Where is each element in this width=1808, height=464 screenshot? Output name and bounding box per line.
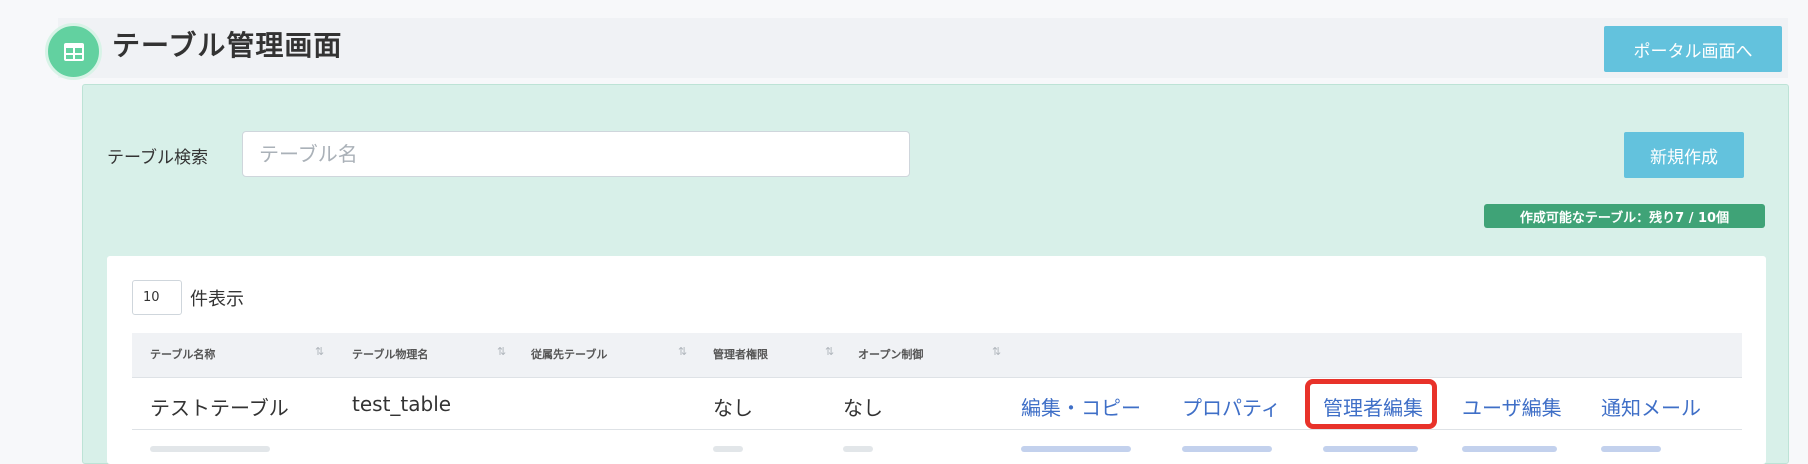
sort-icon[interactable]: ⇅ xyxy=(825,345,834,358)
table-row xyxy=(1021,446,1131,452)
table-row xyxy=(1182,446,1272,452)
column-header-physical-name[interactable]: テーブル物理名 xyxy=(352,346,428,362)
table-row xyxy=(843,446,873,452)
column-header-open-control[interactable]: オープン制御 xyxy=(858,346,923,362)
sort-icon[interactable]: ⇅ xyxy=(678,345,687,358)
property-link[interactable]: プロパティ xyxy=(1182,392,1281,421)
sort-icon[interactable]: ⇅ xyxy=(497,345,506,358)
table-grid-icon xyxy=(45,23,102,80)
table-row xyxy=(1323,446,1418,452)
sort-icon[interactable]: ⇅ xyxy=(992,345,1001,358)
highlight-box xyxy=(1305,379,1437,429)
table-row xyxy=(713,446,743,452)
cell-physical-name: test_table xyxy=(352,392,452,416)
cell-open-control: なし xyxy=(843,396,883,420)
row-divider xyxy=(132,377,1742,378)
table-grid-svg xyxy=(63,42,84,61)
cell-admin-auth: なし xyxy=(713,396,753,420)
edit-copy-link[interactable]: 編集・コピー xyxy=(1021,392,1141,421)
column-header-name[interactable]: テーブル名称 xyxy=(150,346,215,362)
table-search-input[interactable] xyxy=(242,131,910,177)
sort-icon[interactable]: ⇅ xyxy=(315,345,324,358)
portal-button[interactable]: ポータル画面へ xyxy=(1604,26,1782,72)
cell-table-name: テストテーブル xyxy=(150,396,289,420)
page-length-select[interactable]: 10 xyxy=(132,280,182,315)
column-header-parent-table[interactable]: 従属先テーブル xyxy=(531,346,607,362)
page-length-label: 件表示 xyxy=(190,289,244,310)
new-table-button[interactable]: 新規作成 xyxy=(1624,132,1744,178)
user-edit-link[interactable]: ユーザ編集 xyxy=(1462,392,1562,421)
table-row xyxy=(1601,446,1661,452)
page-title: テーブル管理画面 xyxy=(112,29,343,62)
table-row xyxy=(150,446,270,452)
column-header-admin-auth[interactable]: 管理者権限 xyxy=(713,346,768,362)
table-row xyxy=(1462,446,1557,452)
search-label: テーブル検索 xyxy=(107,148,208,168)
row-divider xyxy=(132,429,1742,430)
notification-mail-link[interactable]: 通知メール xyxy=(1601,392,1701,421)
quota-badge: 作成可能なテーブル：残り7 / 10個 xyxy=(1484,204,1765,228)
